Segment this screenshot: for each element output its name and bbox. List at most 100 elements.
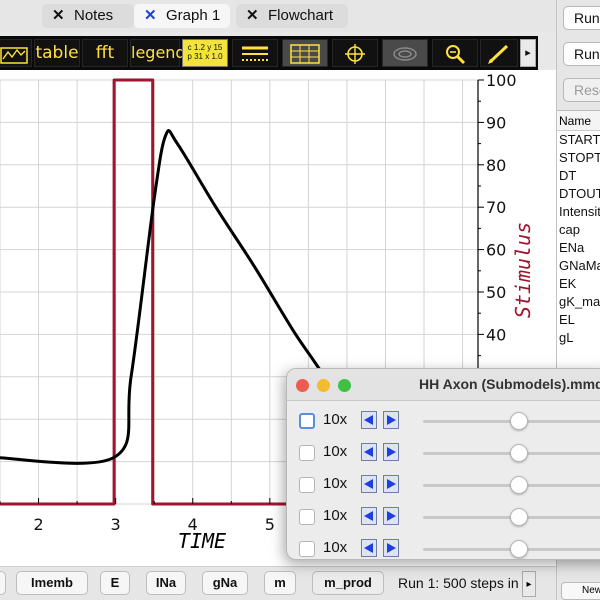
legend-button[interactable]: legend bbox=[130, 39, 186, 67]
variable-button-partial[interactable] bbox=[0, 571, 6, 595]
graph-type-button[interactable] bbox=[0, 39, 32, 67]
y-tick-label: 70 bbox=[486, 198, 506, 217]
spiral-icon bbox=[393, 47, 417, 61]
step-right-button[interactable] bbox=[383, 539, 399, 557]
scale-line-1: c 1.2 y 15 bbox=[187, 43, 223, 52]
variable-button-ina[interactable]: INa bbox=[146, 571, 186, 595]
draw-button[interactable] bbox=[480, 39, 518, 67]
variable-button-m[interactable]: m bbox=[264, 571, 296, 595]
arrow-right-icon bbox=[387, 447, 396, 457]
step-left-button[interactable] bbox=[361, 411, 377, 429]
slider-checkbox[interactable] bbox=[299, 445, 315, 461]
slider-thumb[interactable] bbox=[510, 540, 528, 558]
list-item[interactable]: Intensity bbox=[557, 203, 600, 221]
slider-row: 10x bbox=[287, 533, 600, 559]
crosshair-button[interactable] bbox=[332, 39, 378, 67]
slider-thumb[interactable] bbox=[510, 412, 528, 430]
y-tick-label: 80 bbox=[486, 156, 506, 175]
tab-label: Graph 1 bbox=[166, 7, 221, 24]
toolbar-scroll-button[interactable]: ▸ bbox=[520, 39, 536, 67]
run-status: Run 1: 500 steps in 0.0 s bbox=[398, 575, 522, 591]
x-tick-label: 2 bbox=[33, 515, 43, 534]
step-right-button[interactable] bbox=[383, 411, 399, 429]
step-right-button[interactable] bbox=[383, 443, 399, 461]
new-button[interactable]: New bbox=[561, 582, 600, 600]
list-item[interactable]: STOPTIME bbox=[557, 149, 600, 167]
step-left-button[interactable] bbox=[361, 507, 377, 525]
y-tick-label: 40 bbox=[486, 325, 506, 344]
slider-thumb[interactable] bbox=[510, 508, 528, 526]
close-icon[interactable]: ✕ bbox=[144, 4, 160, 28]
y-tick-label: 100 bbox=[486, 71, 517, 90]
list-item[interactable]: gK_max bbox=[557, 293, 600, 311]
multiplier-label: 10x bbox=[323, 443, 348, 460]
folder-chart-icon bbox=[0, 47, 28, 64]
list-header[interactable]: Name bbox=[557, 111, 600, 131]
arrow-left-icon bbox=[364, 543, 373, 553]
x-axis-label: TIME bbox=[178, 529, 226, 553]
step-right-button[interactable] bbox=[383, 507, 399, 525]
scale-button[interactable]: c 1.2 y 15 p 31 x 1.0 bbox=[182, 39, 228, 67]
step-right-button[interactable] bbox=[383, 475, 399, 493]
grid-icon bbox=[290, 44, 320, 64]
list-item[interactable]: STARTTIME bbox=[557, 131, 600, 149]
crosshair-icon bbox=[345, 44, 365, 64]
multiplier-label: 10x bbox=[323, 475, 348, 492]
list-item[interactable]: DT bbox=[557, 167, 600, 185]
fft-button[interactable]: fft bbox=[82, 39, 128, 67]
zoom-window-icon[interactable] bbox=[338, 379, 351, 392]
close-icon[interactable]: ✕ bbox=[246, 4, 262, 28]
step-left-button[interactable] bbox=[361, 475, 377, 493]
list-item[interactable]: gL bbox=[557, 329, 600, 347]
zoom-button[interactable] bbox=[432, 39, 478, 67]
slider-checkbox[interactable] bbox=[299, 541, 315, 557]
list-item[interactable]: EL bbox=[557, 311, 600, 329]
tab-bar: ✕ Notes ✕ Graph 1 ✕ Flowchart bbox=[0, 0, 556, 32]
slider-thumb[interactable] bbox=[510, 476, 528, 494]
slider-checkbox[interactable] bbox=[299, 509, 315, 525]
window-title: HH Axon (Submodels).mmd bbox=[419, 376, 600, 392]
variable-button-e[interactable]: E bbox=[100, 571, 130, 595]
tab-notes[interactable]: ✕ Notes bbox=[42, 4, 134, 28]
list-item[interactable]: GNaMax bbox=[557, 257, 600, 275]
arrow-right-icon bbox=[387, 415, 396, 425]
multiplier-label: 10x bbox=[323, 539, 348, 556]
close-window-icon[interactable] bbox=[296, 379, 309, 392]
table-button[interactable]: table bbox=[34, 39, 80, 67]
y-tick-label: 50 bbox=[486, 283, 506, 302]
variable-button-gna[interactable]: gNa bbox=[202, 571, 248, 595]
step-left-button[interactable] bbox=[361, 539, 377, 557]
tab-label: Flowchart bbox=[268, 7, 334, 24]
list-item[interactable]: EK bbox=[557, 275, 600, 293]
minimize-window-icon[interactable] bbox=[317, 379, 330, 392]
grid-button[interactable] bbox=[282, 39, 328, 67]
slider-row: 10x bbox=[287, 437, 600, 469]
window-titlebar[interactable]: HH Axon (Submodels).mmd bbox=[287, 369, 600, 401]
run-button[interactable]: Run bbox=[563, 6, 600, 30]
slider-row: 10x bbox=[287, 501, 600, 533]
slider-thumb[interactable] bbox=[510, 444, 528, 462]
phase-plot-button[interactable] bbox=[382, 39, 428, 67]
slider-checkbox[interactable] bbox=[299, 413, 315, 429]
bottom-bar: Imemb E INa gNa m m_prod Run 1: 500 step… bbox=[0, 566, 556, 600]
line-style-button[interactable] bbox=[232, 39, 278, 67]
step-left-button[interactable] bbox=[361, 443, 377, 461]
arrow-left-icon bbox=[364, 479, 373, 489]
arrow-right-icon bbox=[387, 543, 396, 553]
list-item[interactable]: ENa bbox=[557, 239, 600, 257]
run-button-2[interactable]: Run bbox=[563, 42, 600, 66]
reset-button[interactable]: Reset bbox=[563, 78, 600, 102]
graph-toolbar: table fft legend c 1.2 y 15 p 31 x 1.0 ▸ bbox=[0, 36, 538, 70]
status-scroll-button[interactable]: ▸ bbox=[522, 571, 536, 597]
tab-flowchart[interactable]: ✕ Flowchart bbox=[236, 4, 348, 28]
close-icon[interactable]: ✕ bbox=[52, 4, 68, 28]
variable-button-imemb[interactable]: Imemb bbox=[16, 571, 88, 595]
slider-checkbox[interactable] bbox=[299, 477, 315, 493]
arrow-right-icon bbox=[387, 479, 396, 489]
variable-button-m-prod[interactable]: m_prod bbox=[312, 571, 384, 595]
list-item[interactable]: cap bbox=[557, 221, 600, 239]
scale-line-2: p 31 x 1.0 bbox=[187, 52, 223, 61]
magnifier-icon bbox=[446, 45, 466, 65]
tab-graph-1[interactable]: ✕ Graph 1 bbox=[134, 4, 230, 28]
list-item[interactable]: DTOUT bbox=[557, 185, 600, 203]
